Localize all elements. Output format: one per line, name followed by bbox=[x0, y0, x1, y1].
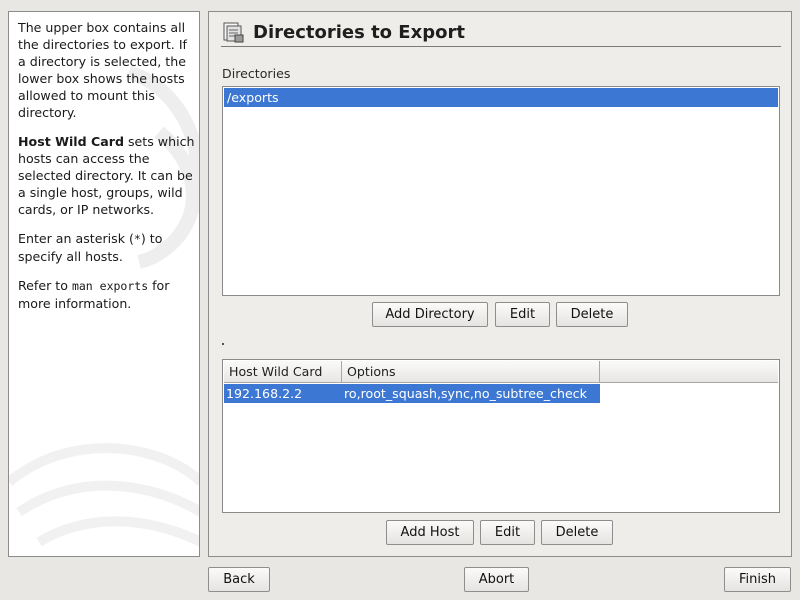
help-paragraph-asterisk: Enter an asterisk (*) to specify all hos… bbox=[18, 231, 163, 264]
export-folder-icon bbox=[223, 22, 244, 43]
help-text: The upper box contains all the directori… bbox=[18, 19, 196, 324]
delete-directory-button[interactable]: Delete bbox=[556, 302, 628, 327]
table-row[interactable]: 192.168.2.2 ro,root_squash,sync,no_subtr… bbox=[224, 384, 600, 403]
add-directory-button[interactable]: Add Directory bbox=[372, 302, 488, 327]
column-header-options[interactable]: Options bbox=[342, 361, 600, 382]
page-header: Directories to Export bbox=[221, 17, 465, 47]
add-host-button[interactable]: Add Host bbox=[386, 520, 474, 545]
delete-host-button[interactable]: Delete bbox=[541, 520, 613, 545]
help-paragraph-wildcard: Host Wild Card sets which hosts can acce… bbox=[18, 134, 195, 217]
page-title: Directories to Export bbox=[253, 21, 465, 43]
column-header-host[interactable]: Host Wild Card bbox=[224, 361, 342, 382]
help-paragraph-intro: The upper box contains all the directori… bbox=[18, 20, 187, 120]
directories-label: Directories bbox=[222, 66, 291, 81]
help-panel: The upper box contains all the directori… bbox=[8, 11, 200, 557]
title-divider bbox=[221, 46, 781, 47]
hosts-table[interactable]: Host Wild Card Options 192.168.2.2 ro,ro… bbox=[222, 359, 780, 513]
directories-list[interactable]: /exports bbox=[222, 86, 780, 296]
separator-mark bbox=[222, 343, 224, 345]
abort-button[interactable]: Abort bbox=[464, 567, 529, 592]
help-paragraph-manpage: Refer to man exports for more informatio… bbox=[18, 278, 170, 311]
host-cell: 192.168.2.2 bbox=[226, 386, 303, 401]
edit-directory-button[interactable]: Edit bbox=[495, 302, 550, 327]
directory-item[interactable]: /exports bbox=[224, 88, 778, 107]
hosts-table-header: Host Wild Card Options bbox=[224, 361, 778, 383]
back-button[interactable]: Back bbox=[208, 567, 270, 592]
edit-host-button[interactable]: Edit bbox=[480, 520, 535, 545]
options-cell: ro,root_squash,sync,no_subtree_check bbox=[344, 386, 587, 401]
main-panel: Directories to Export Directories /expor… bbox=[208, 11, 792, 557]
finish-button[interactable]: Finish bbox=[724, 567, 791, 592]
